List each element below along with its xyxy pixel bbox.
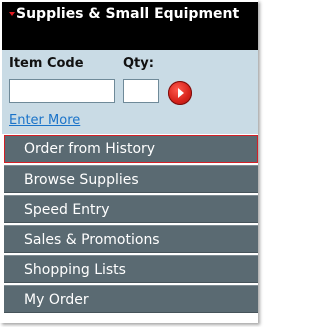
- enter-more-link[interactable]: Enter More: [9, 113, 80, 128]
- menu-item-speed-entry[interactable]: Speed Entry: [4, 195, 258, 223]
- caret-down-icon: [9, 12, 15, 16]
- menu-item-my-order[interactable]: My Order: [4, 285, 258, 313]
- go-button[interactable]: [168, 81, 192, 105]
- item-code-label: Item Code: [9, 56, 84, 71]
- menu-item-sales-promotions[interactable]: Sales & Promotions: [4, 225, 258, 253]
- qty-label: Qty:: [123, 56, 154, 71]
- quick-order-form: Item Code Qty: Enter More: [2, 50, 258, 134]
- supplies-panel: Supplies & Small Equipment Item Code Qty…: [0, 0, 258, 323]
- panel-header[interactable]: Supplies & Small Equipment: [2, 2, 258, 50]
- panel-title: Supplies & Small Equipment: [16, 6, 240, 22]
- menu-item-browse-supplies[interactable]: Browse Supplies: [4, 165, 258, 193]
- menu-item-shopping-lists[interactable]: Shopping Lists: [4, 255, 258, 283]
- menu-item-order-from-history[interactable]: Order from History: [4, 135, 258, 163]
- arrow-right-circle-icon: [178, 88, 184, 98]
- item-code-input[interactable]: [9, 79, 115, 103]
- qty-input[interactable]: [123, 79, 159, 103]
